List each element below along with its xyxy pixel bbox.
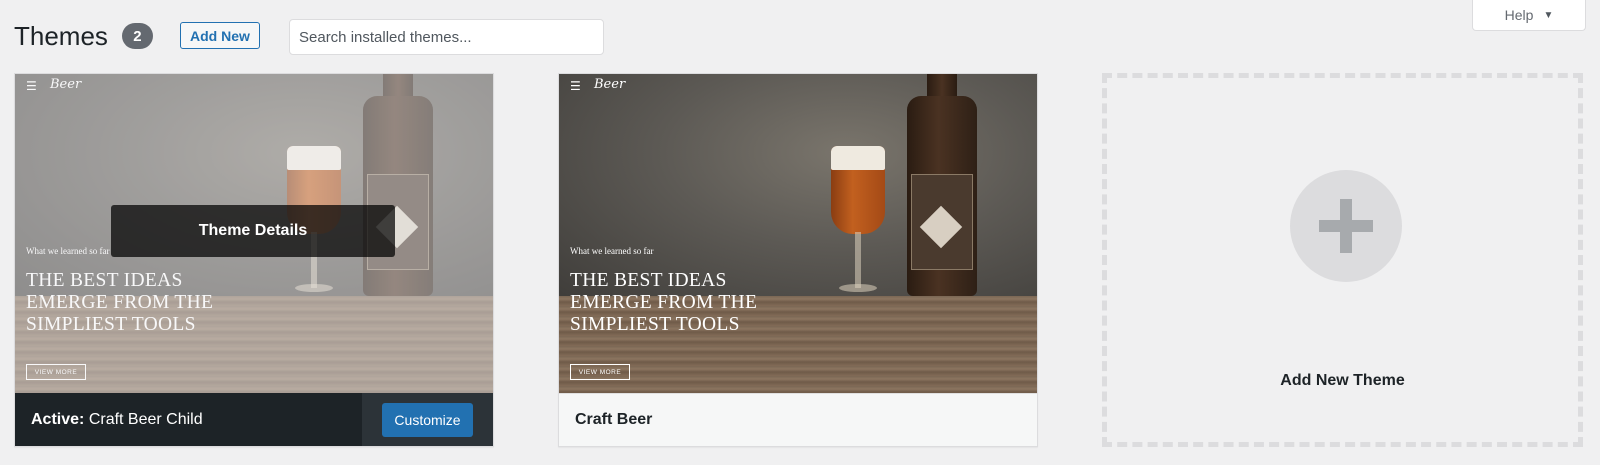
preview-kicker: What we learned so far [570,246,654,256]
add-new-theme-label: Add New Theme [1280,372,1405,389]
help-tab[interactable]: Help ▼ [1472,0,1586,31]
page-header: Themes 2 [14,18,153,54]
help-label: Help [1504,7,1534,23]
preview-headline: THE BEST IDEAS EMERGE FROM THE SIMPLIEST… [570,270,758,335]
theme-name-value: Craft Beer Child [88,410,203,428]
theme-screenshot[interactable]: ☰ Beer What we learned so far THE BEST I… [559,74,1037,393]
theme-name: Active: Craft Beer Child [15,411,203,429]
theme-card[interactable]: ☰ Beer What we learned so far THE BEST I… [558,73,1038,447]
theme-name: Craft Beer [575,411,653,428]
page-title: Themes [14,20,108,51]
add-new-button[interactable]: Add New [180,22,260,49]
beer-foam [831,146,885,170]
active-prefix: Active: [31,410,85,428]
plus-icon-vertical [1340,199,1352,253]
theme-screenshot[interactable]: ☰ Beer What we learned so far THE BEST I… [15,74,493,393]
search-themes-input[interactable] [289,19,604,55]
preview-view-more: VIEW MORE [570,364,630,380]
glass-base [839,284,877,292]
theme-details-button[interactable]: Theme Details [111,205,395,257]
theme-name-bar: Active: Craft Beer Child Customize [15,393,493,446]
glass-stem [855,232,861,288]
theme-name-bar: Craft Beer [559,393,1037,446]
add-new-theme-card[interactable]: Add New Theme [1102,73,1583,447]
caret-down-icon: ▼ [1543,9,1554,21]
theme-card-active[interactable]: ☰ Beer What we learned so far THE BEST I… [14,73,494,447]
customize-button[interactable]: Customize [382,402,473,437]
hamburger-menu-icon: ☰ [570,79,581,93]
preview-logo: Beer [594,77,626,92]
theme-actions: Customize [362,393,493,446]
theme-count-badge: 2 [121,23,153,49]
plus-icon [1290,170,1402,282]
